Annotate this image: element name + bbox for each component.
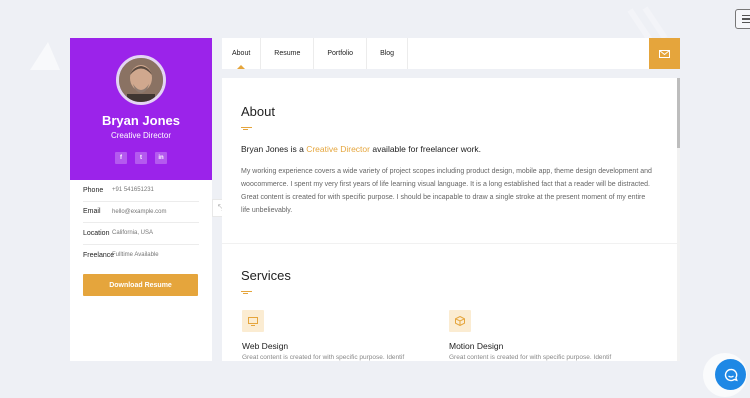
about-underline <box>241 127 255 131</box>
main-content: About Bryan Jones is a Creative Director… <box>222 78 680 361</box>
about-title: About <box>241 104 275 119</box>
chat-icon <box>724 368 738 381</box>
service-web-design: Web Design Great content is created for … <box>242 310 404 361</box>
service-desc: Great content is created for with specif… <box>242 354 405 361</box>
info-label: Freelance <box>83 251 115 259</box>
highlight-role: Creative Director <box>306 144 370 154</box>
profile-card: Bryan Jones Creative Director f t in Pho… <box>70 38 212 361</box>
tab-about[interactable]: About <box>222 38 262 69</box>
info-value: hello@example.com <box>112 208 167 215</box>
info-label: Location <box>83 229 110 237</box>
tab-resume[interactable]: Resume <box>261 38 315 69</box>
tab-label: Resume <box>274 50 301 57</box>
service-motion-design: Motion Design Great content is created f… <box>449 310 611 361</box>
service-desc: Great content is created for with specif… <box>449 354 612 361</box>
hamburger-icon <box>741 14 750 17</box>
mail-icon <box>659 49 670 58</box>
social-links: f t in <box>115 152 167 164</box>
info-value: Fulltime Available <box>112 252 159 259</box>
scrollbar[interactable] <box>677 78 680 361</box>
avatar <box>116 55 166 105</box>
tab-portfolio[interactable]: Portfolio <box>314 38 368 69</box>
avatar-portrait <box>119 58 163 102</box>
services-title: Services <box>241 268 291 283</box>
tab-label: Portfolio <box>327 50 354 57</box>
cube-icon <box>449 310 471 332</box>
about-intro: Bryan Jones is a Creative Director avail… <box>241 144 482 154</box>
chat-button[interactable] <box>715 359 746 390</box>
monitor-icon <box>242 310 264 332</box>
profile-header: Bryan Jones Creative Director f t in <box>70 38 212 180</box>
tab-label: Blog <box>380 50 395 57</box>
tab-blog[interactable]: Blog <box>367 38 409 69</box>
service-title: Web Design <box>242 341 289 351</box>
info-value: California, USA <box>112 230 154 237</box>
profile-role: Creative Director <box>110 131 171 140</box>
about-paragraph: My working experience covers a wide vari… <box>241 168 652 214</box>
info-label: Email <box>83 208 101 216</box>
info-row-phone: Phone +91 541651231 <box>83 180 199 202</box>
twitter-icon[interactable]: t <box>135 152 147 164</box>
facebook-icon[interactable]: f <box>115 152 127 164</box>
info-row-freelance: Freelance Fulltime Available <box>83 245 199 267</box>
section-divider <box>222 243 677 244</box>
mail-button[interactable] <box>649 38 680 69</box>
info-label: Phone <box>83 186 104 194</box>
services-underline <box>241 291 255 295</box>
info-row-location: Location California, USA <box>83 223 199 245</box>
tab-label: About <box>232 50 251 57</box>
scrollbar-thumb[interactable] <box>677 78 680 148</box>
profile-name: Bryan Jones <box>101 113 181 128</box>
contact-info: Phone +91 541651231 Email hello@example.… <box>70 180 212 266</box>
info-row-email: Email hello@example.com <box>83 202 199 223</box>
top-nav: About Resume Portfolio Blog <box>222 38 680 69</box>
service-title: Motion Design <box>449 341 504 351</box>
linkedin-icon[interactable]: in <box>155 152 167 164</box>
menu-toggle-button[interactable] <box>735 9 750 29</box>
info-value: +91 541651231 <box>112 187 154 194</box>
download-resume-button[interactable]: Download Resume <box>83 274 198 296</box>
